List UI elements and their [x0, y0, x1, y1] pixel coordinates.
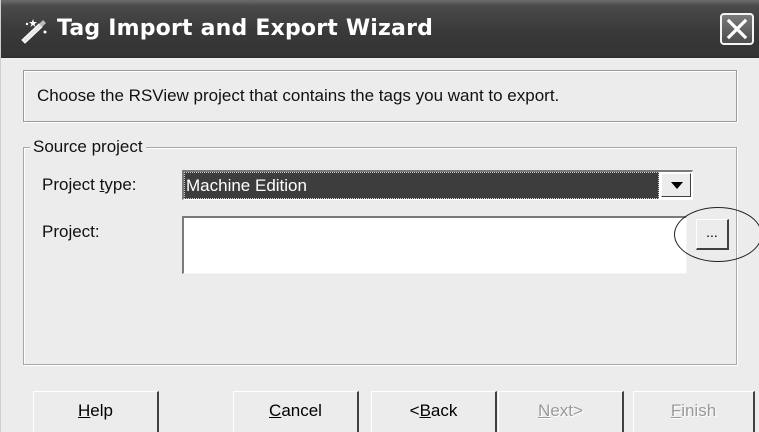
- project-path-input[interactable]: [182, 216, 687, 274]
- wand-pencil-icon: [19, 16, 49, 44]
- project-type-label-part: ype:: [104, 175, 137, 194]
- finish-mnemonic: F: [670, 401, 682, 420]
- project-type-selected-value: Machine Edition: [184, 172, 659, 199]
- back-prefix: <: [409, 401, 420, 420]
- finish-button[interactable]: Finish: [633, 391, 755, 432]
- help-button[interactable]: Help: [33, 391, 159, 432]
- cancel-button[interactable]: Cancel: [233, 391, 359, 432]
- dropdown-button[interactable]: [661, 173, 691, 197]
- instruction-panel: Choose the RSView project that contains …: [23, 70, 737, 122]
- cancel-label: ancel: [281, 401, 322, 420]
- project-label: Project:: [42, 222, 100, 241]
- instruction-text: Choose the RSView project that contains …: [37, 86, 560, 105]
- project-type-label-part: Project: [42, 175, 100, 194]
- help-label: elp: [90, 401, 113, 420]
- browse-button[interactable]: ...: [696, 219, 729, 250]
- back-label: ack: [430, 401, 458, 420]
- title-bar[interactable]: Tag Import and Export Wizard: [1, 0, 759, 58]
- window-title: Tag Import and Export Wizard: [57, 16, 434, 41]
- next-mnemonic: N: [538, 401, 551, 420]
- next-button[interactable]: Next>: [498, 391, 624, 432]
- source-project-legend: Source project: [30, 135, 146, 159]
- back-mnemonic: B: [419, 401, 431, 420]
- next-label: ext>: [550, 401, 583, 420]
- help-mnemonic: H: [78, 401, 91, 420]
- project-type-label: Project type:: [42, 173, 137, 197]
- project-type-select[interactable]: Machine Edition: [182, 170, 693, 200]
- back-button[interactable]: <Back: [371, 391, 497, 432]
- finish-label: inish: [681, 401, 717, 420]
- close-button[interactable]: [720, 13, 754, 45]
- wizard-dialog: Tag Import and Export Wizard Choose the …: [0, 0, 759, 432]
- cancel-mnemonic: C: [269, 401, 282, 420]
